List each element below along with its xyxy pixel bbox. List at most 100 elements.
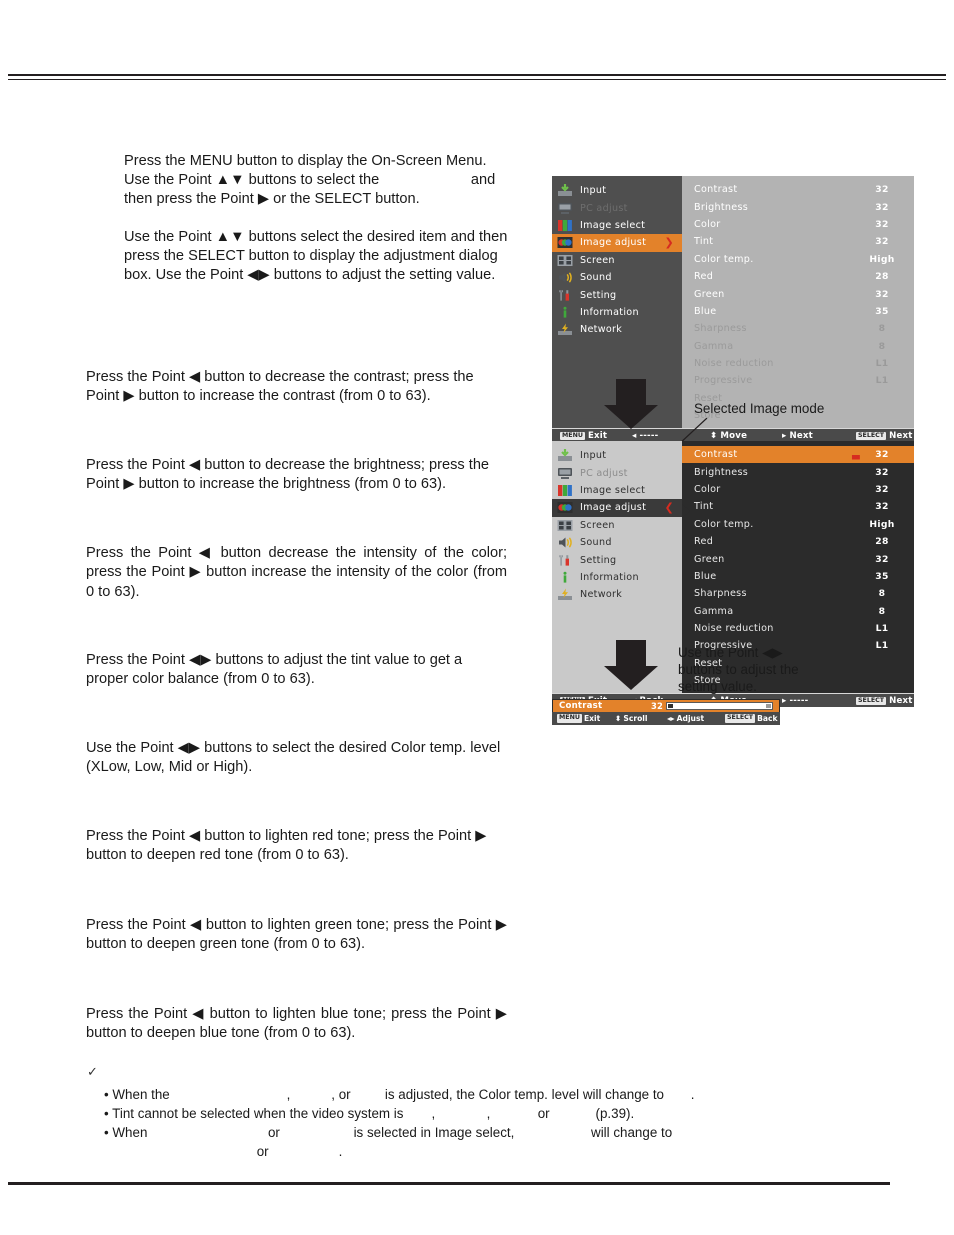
osd-sidebar-item-screen[interactable]: Screen: [552, 252, 682, 269]
osd-sidebar-item-pc-adjust[interactable]: PC adjust: [552, 464, 682, 481]
note1-a: • When the: [104, 1087, 174, 1102]
arrow1-head: [604, 405, 658, 429]
osd-sidebar-item-image-select[interactable]: Image select: [552, 217, 682, 234]
osd-item-brightness[interactable]: Brightness 32: [682, 198, 914, 215]
section-color-temp: Use the Point ◀▶ buttons to select the d…: [86, 739, 507, 778]
image-select-icon: [557, 219, 573, 232]
osd-sidebar-item-sound[interactable]: Sound: [552, 534, 682, 551]
note1-term-2: Green: [294, 1085, 331, 1104]
note1-term-1: White balance Red: [173, 1085, 286, 1104]
dialog-back-hint[interactable]: SELECT Back: [725, 714, 778, 723]
note2-b: ,: [431, 1106, 439, 1121]
osd-item-red[interactable]: Red 28: [682, 268, 914, 285]
dialog-slider[interactable]: [666, 702, 773, 710]
osd-sidebar-item-label: Image adjust: [580, 502, 647, 514]
intro-paragraph-2: Use the Point ▲▼ buttons select the desi…: [124, 228, 508, 284]
note1-e: .: [690, 1087, 695, 1102]
note3-d: will change to: [587, 1125, 676, 1140]
osd-item-green[interactable]: Green 32: [682, 550, 914, 567]
note3-term-5: Colorboard: [272, 1142, 338, 1161]
osd1-move-hint[interactable]: ⬍ Move: [710, 431, 782, 441]
flow-arrow-down-2: [604, 640, 658, 690]
osd-sidebar-item-information[interactable]: Information: [552, 304, 682, 321]
osd-sidebar-item-information[interactable]: Information: [552, 569, 682, 586]
osd2-selection-notch: [682, 504, 690, 518]
dialog-footer-bar: MENU Exit ⬍ Scroll ◂▸ Adjust SELECT Back: [552, 712, 780, 725]
note1-term-3: Blue: [354, 1085, 381, 1104]
osd-sidebar-item-image-adjust[interactable]: Image adjust ❯: [552, 234, 682, 252]
osd-item-color[interactable]: Color 32: [682, 481, 914, 498]
osd-item-label: Contrast: [694, 184, 738, 196]
osd-item-value: L1: [875, 375, 889, 387]
right-arrow-icon: ▸: [782, 695, 787, 706]
osd-item-noise-reduction[interactable]: Noise reduction L1: [682, 620, 914, 637]
osd-item-value: 8: [878, 588, 886, 600]
osd-item-sharpness[interactable]: Sharpness 8: [682, 320, 914, 337]
osd-item-value: 32: [875, 201, 889, 213]
callout-adjust-help: Use the Point ◀▶ buttons to adjust the s…: [678, 645, 799, 694]
osd-item-value: 35: [875, 570, 889, 582]
osd-item-value: 32: [875, 449, 889, 461]
osd-item-tint[interactable]: Tint 32: [682, 498, 914, 515]
osd-item-gamma[interactable]: Gamma 8: [682, 338, 914, 355]
osd-item-contrast[interactable]: Contrast ▃ 32: [682, 446, 914, 464]
osd-item-color[interactable]: Color 32: [682, 216, 914, 233]
section-tint-text: Press the Point ◀▶ buttons to adjust the…: [86, 652, 463, 688]
osd1-select-hint[interactable]: SELECT Next: [856, 431, 913, 441]
note-line-2: • Tint cannot be selected when the video…: [104, 1104, 846, 1123]
osd-sidebar-item-image-adjust[interactable]: Image adjust ❮: [552, 499, 682, 517]
osd-item-blue[interactable]: Blue 35: [682, 303, 914, 320]
osd-item-blue[interactable]: Blue 35: [682, 568, 914, 585]
note2-term-4: PAL-N: [553, 1104, 591, 1123]
page-bottom-rule: [8, 1182, 890, 1185]
osd-sidebar-item-screen[interactable]: Screen: [552, 517, 682, 534]
osd-item-red[interactable]: Red 28: [682, 533, 914, 550]
osd-sidebar-item-setting[interactable]: Setting: [552, 551, 682, 568]
note-line-1: • When the White balance Red, Green, or …: [104, 1085, 846, 1104]
osd-item-value: L1: [875, 358, 889, 370]
intro-p1-term: Image adjust: [383, 171, 467, 190]
osd1-next-hint[interactable]: ▸ Next: [782, 431, 856, 441]
osd-item-progressive[interactable]: Progressive L1: [682, 372, 914, 389]
osd-item-green[interactable]: Green 32: [682, 285, 914, 302]
osd-item-value: 32: [875, 466, 889, 478]
osd-item-value: 8: [878, 323, 886, 335]
osd-item-label: Green: [694, 553, 725, 565]
osd-sidebar-item-sound[interactable]: Sound: [552, 269, 682, 286]
osd2-next-hint[interactable]: ▸ -----: [782, 696, 856, 706]
osd-sidebar-item-network[interactable]: Network: [552, 321, 682, 338]
intro-paragraph-1: Press the MENU button to display the On-…: [124, 152, 514, 210]
slider-knob[interactable]: [668, 704, 673, 708]
section-brightness-text: Press the Point ◀ button to decrease the…: [86, 457, 490, 493]
dialog-scroll-hint[interactable]: ⬍ Scroll: [615, 714, 667, 723]
network-icon: [557, 323, 573, 336]
osd-item-tint[interactable]: Tint 32: [682, 233, 914, 250]
dialog-adjust-hint[interactable]: ◂▸ Adjust: [667, 714, 725, 723]
osd-item-contrast[interactable]: Contrast 32: [682, 181, 914, 198]
osd-sidebar-item-input[interactable]: Input: [552, 447, 682, 464]
osd-item-sharpness[interactable]: Sharpness 8: [682, 585, 914, 602]
osd1-exit-hint[interactable]: MENU Exit: [560, 431, 632, 441]
osd-sidebar-item-pc-adjust[interactable]: PC adjust: [552, 199, 682, 216]
osd-sidebar-item-image-select[interactable]: Image select: [552, 482, 682, 499]
osd-sidebar-item-network[interactable]: Network: [552, 586, 682, 603]
osd-sidebar-item-setting[interactable]: Setting: [552, 286, 682, 303]
osd-item-noise-reduction[interactable]: Noise reduction L1: [682, 355, 914, 372]
osd-sidebar-item-label: PC adjust: [580, 202, 628, 214]
osd-item-label: Blue: [694, 305, 717, 317]
sound-icon: [557, 271, 573, 284]
osd-item-label: Red: [694, 536, 714, 548]
dialog-exit-label: Exit: [583, 714, 601, 723]
osd-item-gamma[interactable]: Gamma 8: [682, 603, 914, 620]
osd-item-label: Progressive: [694, 375, 753, 387]
osd-item-color-temp[interactable]: Color temp. High: [682, 251, 914, 268]
osd-item-color-temp[interactable]: Color temp. High: [682, 516, 914, 533]
osd-sidebar-item-input[interactable]: Input: [552, 182, 682, 199]
osd-item-brightness[interactable]: Brightness 32: [682, 463, 914, 480]
section-color-temp-text: Use the Point ◀▶ buttons to select the d…: [86, 740, 501, 776]
osd2-select-hint[interactable]: SELECT Next: [856, 696, 913, 706]
dialog-exit-hint[interactable]: MENU Exit: [557, 714, 615, 723]
note2-term-2: SECAM: [439, 1104, 487, 1123]
updown-arrow-icon: ⬍: [615, 714, 622, 723]
section-color-text: Press the Point ◀ button decrease the in…: [86, 545, 507, 600]
